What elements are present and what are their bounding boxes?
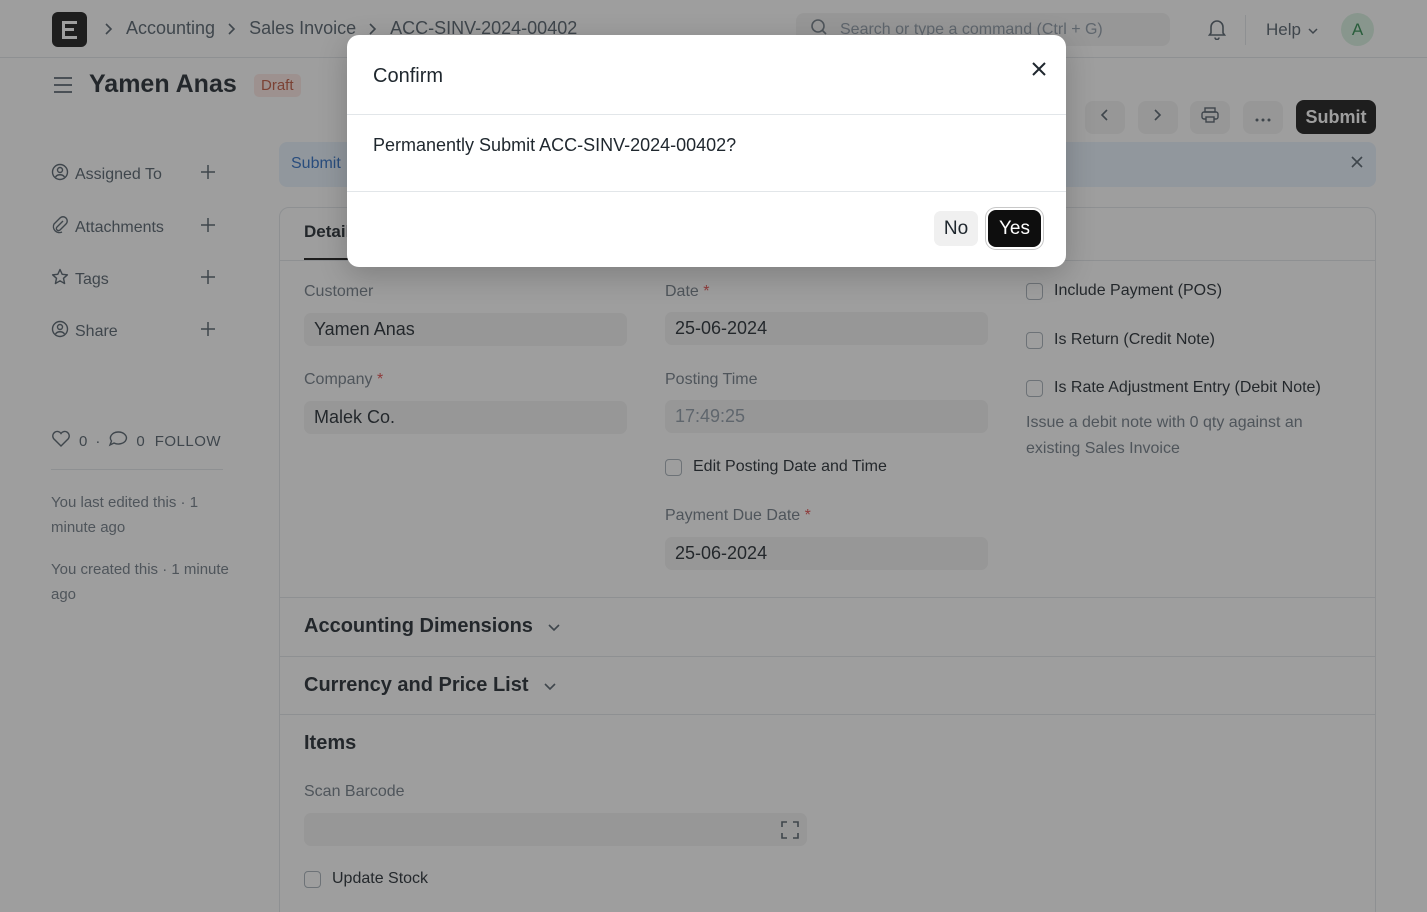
confirm-dialog: Confirm Permanently Submit ACC-SINV-2024…: [347, 35, 1066, 267]
yes-button[interactable]: Yes: [988, 210, 1041, 247]
dialog-title: Confirm: [373, 65, 444, 87]
divider: [347, 114, 1066, 115]
divider: [347, 191, 1066, 192]
close-icon[interactable]: [1028, 58, 1050, 80]
no-button[interactable]: No: [934, 211, 978, 246]
dialog-message: Permanently Submit ACC-SINV-2024-00402?: [373, 135, 737, 155]
